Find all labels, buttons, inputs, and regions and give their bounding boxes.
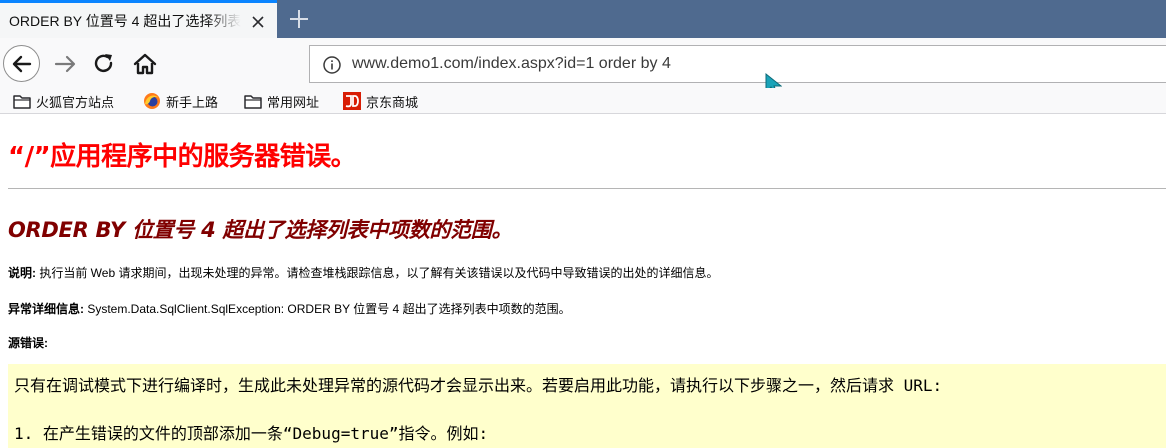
bookmark-item[interactable]: 京东商城	[342, 90, 418, 112]
page-content: “/”应用程序中的服务器错误。 ORDER BY 位置号 4 超出了选择列表中项…	[0, 114, 1166, 448]
source-error-label: 源错误:	[8, 336, 48, 350]
bookmark-item[interactable]: 常用网址	[243, 90, 319, 112]
description-label: 说明:	[8, 266, 36, 280]
page-title: “/”应用程序中的服务器错误。	[8, 142, 357, 172]
folder-icon	[13, 95, 31, 109]
bookmark-item[interactable]: 火狐官方站点	[12, 90, 114, 112]
bookmarks-toolbar: 火狐官方站点 新手上路 常用网址 京东商城	[0, 88, 1166, 114]
code-line: 1. 在产生错误的文件的顶部添加一条“Debug=true”指令。例如:	[14, 424, 489, 443]
exception-details: 异常详细信息: System.Data.SqlClient.SqlExcepti…	[8, 300, 571, 317]
navigation-toolbar: www.demo1.com/index.aspx?id=1 order by 4	[0, 38, 1166, 88]
bookmark-label: 京东商城	[366, 94, 419, 110]
description-text: 执行当前 Web 请求期间，出现未处理的异常。请检查堆栈跟踪信息，以了解有关该错…	[36, 266, 719, 280]
error-subtitle: ORDER BY 位置号 4 超出了选择列表中项数的范围。	[8, 218, 513, 242]
tab-title: ORDER BY 位置号 4 超出了选择列表中项数的范围。	[9, 12, 241, 29]
bookmark-label: 新手上路	[166, 94, 219, 110]
divider	[8, 188, 1166, 189]
address-bar[interactable]: www.demo1.com/index.aspx?id=1 order by 4	[309, 45, 1166, 83]
code-line: 只有在调试模式下进行编译时，生成此未处理异常的源代码才会显示出来。若要启用此功能…	[14, 376, 943, 395]
forward-arrow-icon[interactable]	[52, 51, 78, 77]
source-error: 源错误:	[8, 334, 48, 351]
tab-active[interactable]: ORDER BY 位置号 4 超出了选择列表中项数的范围。	[0, 0, 277, 38]
info-icon[interactable]	[322, 55, 342, 75]
back-button[interactable]	[3, 45, 40, 82]
folder-icon	[244, 95, 262, 109]
bookmark-item[interactable]: 新手上路	[142, 90, 218, 112]
error-description: 说明: 执行当前 Web 请求期间，出现未处理的异常。请检查堆栈跟踪信息，以了解…	[8, 264, 718, 281]
exception-label: 异常详细信息:	[8, 302, 84, 316]
exception-text: System.Data.SqlClient.SqlException: ORDE…	[84, 302, 571, 316]
bookmark-label: 常用网址	[267, 94, 320, 110]
new-tab-plus-icon[interactable]	[285, 5, 313, 33]
back-arrow-icon	[12, 55, 32, 73]
jd-icon	[343, 92, 361, 110]
url-text[interactable]: www.demo1.com/index.aspx?id=1 order by 4	[352, 55, 671, 73]
bookmark-label: 火狐官方站点	[36, 94, 115, 110]
reload-icon[interactable]	[91, 51, 117, 77]
close-icon[interactable]	[248, 12, 268, 32]
home-icon[interactable]	[131, 50, 159, 78]
firefox-icon	[144, 93, 160, 109]
tab-strip: ORDER BY 位置号 4 超出了选择列表中项数的范围。	[0, 0, 1166, 38]
source-code-box: 只有在调试模式下进行编译时，生成此未处理异常的源代码才会显示出来。若要启用此功能…	[8, 364, 1166, 448]
